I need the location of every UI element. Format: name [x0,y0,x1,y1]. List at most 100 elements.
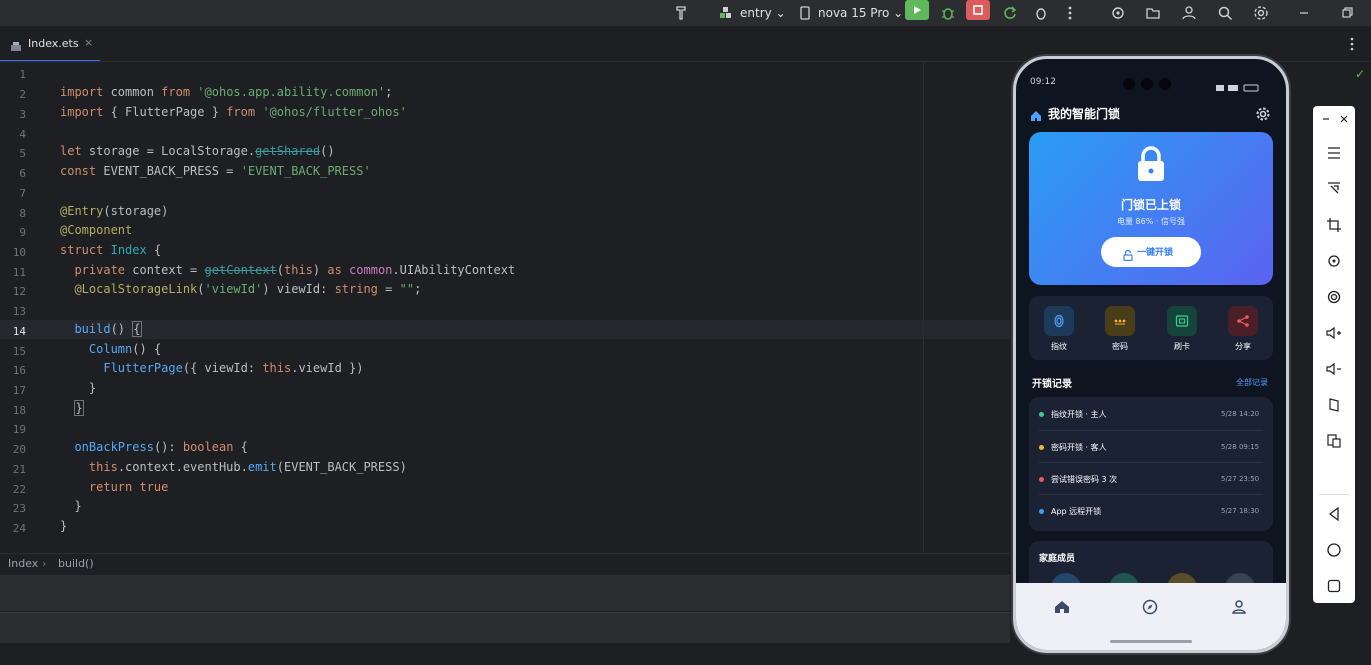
target-icon[interactable] [1108,3,1128,23]
signal-battery-icon [1216,78,1260,97]
quick-action-label: 刷卡 [1174,342,1190,351]
line-number: 24 [12,522,26,535]
line-number: 22 [12,483,26,496]
more-icon[interactable] [1060,3,1080,23]
record-time: 5/28 14:20 [1221,410,1260,418]
close-icon[interactable]: × [84,36,93,49]
status-dot [1039,509,1044,514]
file-icon [10,37,22,56]
back-icon[interactable] [1324,504,1344,524]
line-number: 15 [12,345,26,358]
hammer-icon[interactable] [672,3,692,23]
tab-options-icon[interactable] [1350,36,1354,55]
stop-button[interactable] [966,0,990,20]
phone-emulator[interactable]: 09:12 我的智能门锁 门锁已上锁 电量 86% · 信号强 一键开锁 指纹 [1013,56,1289,653]
code-line: } [60,381,97,395]
top-toolbar: entry ⌄ nova 15 Pro ⌄ [0,0,1371,26]
line-number: 16 [12,364,26,377]
home-indicator [1110,640,1192,643]
run-button[interactable] [905,0,929,20]
line-number: 5 [19,147,26,160]
nav-home-icon[interactable] [1054,599,1070,619]
bottom-nav [1016,583,1286,650]
list-item[interactable]: App 远程开锁 5/27 18:30 [1029,495,1273,528]
volume-up-icon[interactable] [1324,323,1344,343]
code-line: @Component [60,223,133,237]
minimize-icon[interactable] [1294,3,1314,23]
minimize-icon[interactable] [1316,109,1336,129]
multi-device-icon[interactable] [1324,431,1344,451]
breadcrumb-item[interactable]: build() [58,557,94,570]
breadcrumb-item[interactable]: Index [8,557,38,570]
home-icon [1030,107,1042,126]
code-line: } [60,519,68,533]
list-item[interactable]: 尝试错误密码 3 次 5/27 23:50 [1029,463,1273,494]
record-text: 密码开锁 · 客人 [1051,443,1107,452]
attach-debugger-icon[interactable] [1031,3,1051,23]
crop-icon[interactable] [1324,215,1344,235]
line-number: 12 [12,285,26,298]
line-number: 6 [19,167,26,180]
family-title: 家庭成员 [1039,554,1076,564]
code-editor[interactable]: 1 2 3 4 5 6 7 8 9 10 11 12 13 14 15 16 17 18 19 20 21 22 23 24 … [0,62,1010,552]
nav-profile-icon[interactable] [1231,599,1247,619]
code-line: build() { [74,321,142,337]
unlock-button-label: 一键开锁 [1137,248,1174,258]
list-item[interactable]: 指纹开锁 · 主人 5/28 14:20 [1029,397,1273,430]
device-select[interactable]: nova 15 Pro ⌄ [818,6,903,20]
run-config-select[interactable]: entry ⌄ [740,6,786,20]
pin-top-icon[interactable] [1324,179,1344,199]
camera-cutout [1122,76,1172,90]
editor-tab-bar [0,26,1000,62]
unlock-button[interactable]: 一键开锁 [1101,237,1201,267]
screenshot-icon[interactable] [1324,287,1344,307]
bottom-panel [0,612,1010,643]
settings-gear-icon[interactable] [1251,3,1271,23]
line-number: 7 [19,187,26,200]
inspection-ok-icon: ✓ [1355,67,1366,81]
chevron-down-icon: ⌄ [893,6,904,20]
card-icon[interactable] [1167,306,1197,336]
chevron-right-icon: › [42,557,47,570]
account-icon[interactable] [1179,3,1199,23]
apply-changes-icon[interactable] [1000,3,1020,23]
home-circle-icon[interactable] [1324,540,1344,560]
code-line: @Entry(storage) [60,204,169,218]
rotate-icon[interactable] [1324,251,1344,271]
share-icon[interactable] [1228,306,1258,336]
debug-icon[interactable] [938,3,958,23]
run-config-label: entry [740,6,772,20]
emulator-toolbar [1313,106,1355,603]
code-line: import common from '@ohos.app.ability.co… [60,85,393,99]
rerun-icon [914,6,921,14]
record-text: 指纹开锁 · 主人 [1051,410,1107,419]
all-records-link[interactable]: 全部记录 [1236,377,1268,388]
menu-icon[interactable] [1324,143,1344,163]
status-dot [1039,412,1044,417]
recents-icon[interactable] [1324,576,1344,596]
password-icon[interactable] [1105,306,1135,336]
line-number: 19 [12,423,26,436]
status-dot [1039,477,1044,482]
record-time: 5/27 23:50 [1221,475,1260,483]
code-line: } [60,499,82,513]
close-icon[interactable] [1334,109,1354,129]
code-line: } [74,400,84,416]
restore-icon[interactable] [1337,3,1357,23]
list-item[interactable]: 密码开锁 · 客人 5/28 09:15 [1029,431,1273,462]
code-line: onBackPress(): boolean { [74,440,248,454]
code-line: Column() { [88,342,162,356]
line-number: 13 [12,305,26,318]
code-line: @LocalStorageLink('viewId') viewId: stri… [74,282,422,296]
search-icon[interactable] [1215,3,1235,23]
record-text: App 远程开锁 [1051,507,1102,516]
line-number: 2 [19,88,26,101]
tab-index-ets[interactable]: Index.ets × [0,26,100,62]
folder-icon[interactable] [1143,3,1163,23]
fold-icon[interactable] [1324,395,1344,415]
fingerprint-icon[interactable] [1044,306,1074,336]
nav-explore-icon[interactable] [1142,599,1158,619]
code-line: const EVENT_BACK_PRESS = 'EVENT_BACK_PRE… [60,164,371,178]
gear-icon[interactable] [1256,106,1270,125]
volume-down-icon[interactable] [1324,359,1344,379]
